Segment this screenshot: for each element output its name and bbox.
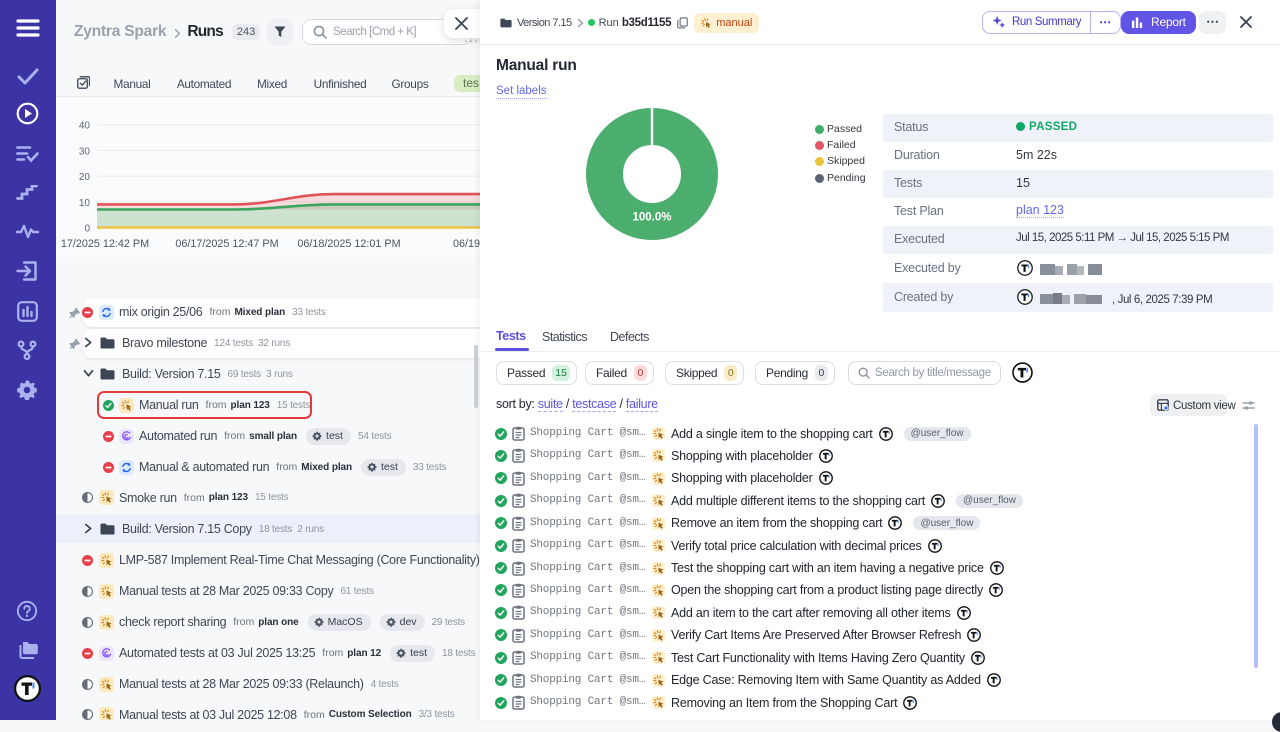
svg-text:100.0%: 100.0% xyxy=(632,212,671,224)
svg-text:06/18/2025 12:01 PM: 06/18/2025 12:01 PM xyxy=(297,238,400,250)
svg-text:30: 30 xyxy=(79,146,91,157)
svg-text:40: 40 xyxy=(79,121,91,132)
svg-text:17/2025 12:42 PM: 17/2025 12:42 PM xyxy=(61,238,149,250)
svg-text:10: 10 xyxy=(79,198,91,209)
svg-text:06/17/2025 12:47 PM: 06/17/2025 12:47 PM xyxy=(175,238,278,250)
svg-text:06/19/2025: 06/19/2025 xyxy=(453,238,480,250)
svg-text:20: 20 xyxy=(79,172,91,183)
svg-text:0: 0 xyxy=(84,224,90,235)
